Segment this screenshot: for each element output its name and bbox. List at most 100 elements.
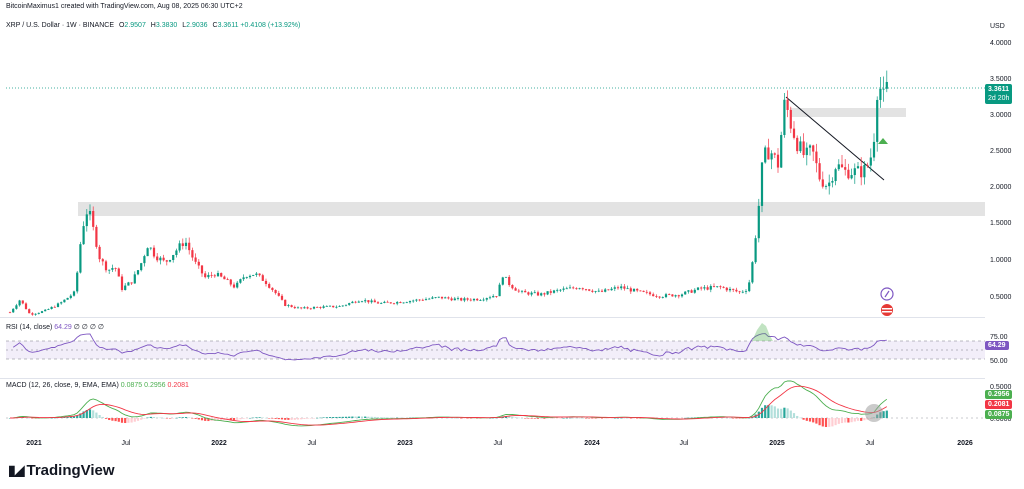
candle-body: [421, 299, 424, 301]
candle-body: [684, 291, 687, 295]
macd-bar: [524, 418, 527, 419]
macd-bar: [242, 418, 245, 419]
candle-body: [216, 273, 220, 277]
macd-bar: [309, 418, 312, 419]
candle-body: [194, 257, 197, 262]
macd-bar: [274, 418, 277, 419]
macd-bar: [101, 416, 104, 418]
candle-body: [472, 298, 476, 301]
pane-separator-macd[interactable]: [0, 378, 985, 379]
candle-body: [111, 268, 114, 270]
candle-body: [549, 291, 552, 293]
candle-body: [572, 287, 575, 289]
brand-text: TradingView: [26, 462, 115, 479]
candle-body: [120, 276, 124, 290]
macd-bar: [799, 417, 802, 419]
macd-bar: [536, 418, 540, 419]
macd-bar: [802, 418, 805, 420]
macd-bar: [543, 418, 546, 419]
macd-bar: [853, 418, 856, 422]
candle-body: [600, 290, 604, 292]
candle-body: [629, 288, 632, 292]
macd-bar: [31, 418, 34, 419]
macd-bar: [348, 416, 351, 418]
candle-body: [796, 137, 799, 152]
candle-body: [223, 276, 226, 280]
macd-bar: [828, 418, 831, 427]
macd-bar: [725, 417, 728, 419]
candle-body: [700, 287, 703, 289]
macd-bar: [162, 417, 165, 419]
candle-body: [255, 273, 258, 275]
candle-body: [344, 304, 348, 306]
candle-body: [805, 147, 808, 156]
candle-body: [399, 302, 402, 304]
macd-bar: [818, 418, 821, 426]
macd-bar: [680, 418, 684, 419]
candle-body: [882, 88, 885, 90]
candle-body: [66, 297, 69, 300]
macd-bar: [120, 418, 124, 423]
candle-body: [821, 179, 824, 187]
dividend-icon[interactable]: [880, 287, 894, 301]
macd-bar: [776, 408, 780, 418]
macd-cross-highlight: [865, 404, 883, 422]
macd-bar: [360, 416, 364, 418]
price-tick: 1.0000: [990, 257, 1012, 264]
rsi-legend[interactable]: RSI (14, close) 64.29 ∅ ∅ ∅ ∅: [6, 323, 104, 331]
candle-body: [274, 290, 277, 294]
time-axis[interactable]: 2021 Jul 2022 Jul 2023 Jul 2024 Jul 2025 Jul 2026: [26, 440, 973, 447]
macd-bar: [232, 418, 236, 421]
candle-body: [159, 257, 162, 261]
macd-bar: [354, 416, 357, 418]
price-axis[interactable]: 4.0000 3.5000 3.0000 2.5000 2.0000 1.5000 1.00…: [990, 40, 1012, 301]
candle-body: [220, 273, 223, 277]
candle-body: [248, 275, 252, 278]
macd-bar: [677, 418, 680, 419]
candle-body: [479, 300, 482, 301]
candle-body: [764, 147, 767, 163]
candle-body: [181, 243, 184, 247]
tradingview-logo[interactable]: ▮◢ TradingView: [8, 462, 115, 479]
candle-body: [44, 309, 47, 312]
candle-body: [732, 288, 735, 290]
macd-bar: [341, 416, 344, 418]
candle-body: [869, 157, 872, 166]
candle-body: [229, 279, 232, 285]
candle-body: [117, 268, 120, 277]
candle-body: [207, 274, 210, 278]
candle-body: [140, 263, 143, 271]
macd-bar: [303, 418, 306, 419]
candle-body: [364, 300, 367, 302]
macd-bar: [559, 418, 562, 419]
candle-body: [728, 288, 732, 291]
macd-bar: [236, 418, 239, 420]
macd-legend[interactable]: MACD (12, 26, close, 9, EMA, EMA) 0.0875…: [6, 382, 189, 389]
candle-body: [495, 296, 498, 297]
candle-body: [34, 313, 37, 315]
macd-bar: [812, 418, 815, 423]
candle-body: [156, 256, 159, 261]
candle-body: [136, 270, 140, 275]
macd-bar: [92, 410, 95, 418]
candle-body: [626, 288, 629, 290]
rsi-null-values: ∅ ∅ ∅ ∅: [73, 324, 104, 331]
candle-body: [146, 248, 149, 257]
candle-body: [37, 312, 40, 314]
pane-separator-rsi[interactable]: [0, 317, 985, 318]
macd-bar: [572, 417, 575, 419]
candle-body: [428, 298, 431, 300]
candle-body: [469, 299, 472, 301]
macd-bar: [335, 416, 338, 418]
candle-body: [341, 305, 344, 307]
flag-us-icon[interactable]: [881, 304, 893, 316]
macd-bar: [789, 410, 792, 418]
macd-bar: [344, 416, 348, 418]
macd-bar: [815, 418, 818, 424]
candle-body: [786, 99, 789, 110]
candle-body: [812, 145, 815, 152]
candle-body: [415, 299, 418, 301]
macd-bar: [520, 417, 524, 419]
time-tick: Jul: [680, 440, 689, 447]
candle-body: [636, 288, 639, 291]
